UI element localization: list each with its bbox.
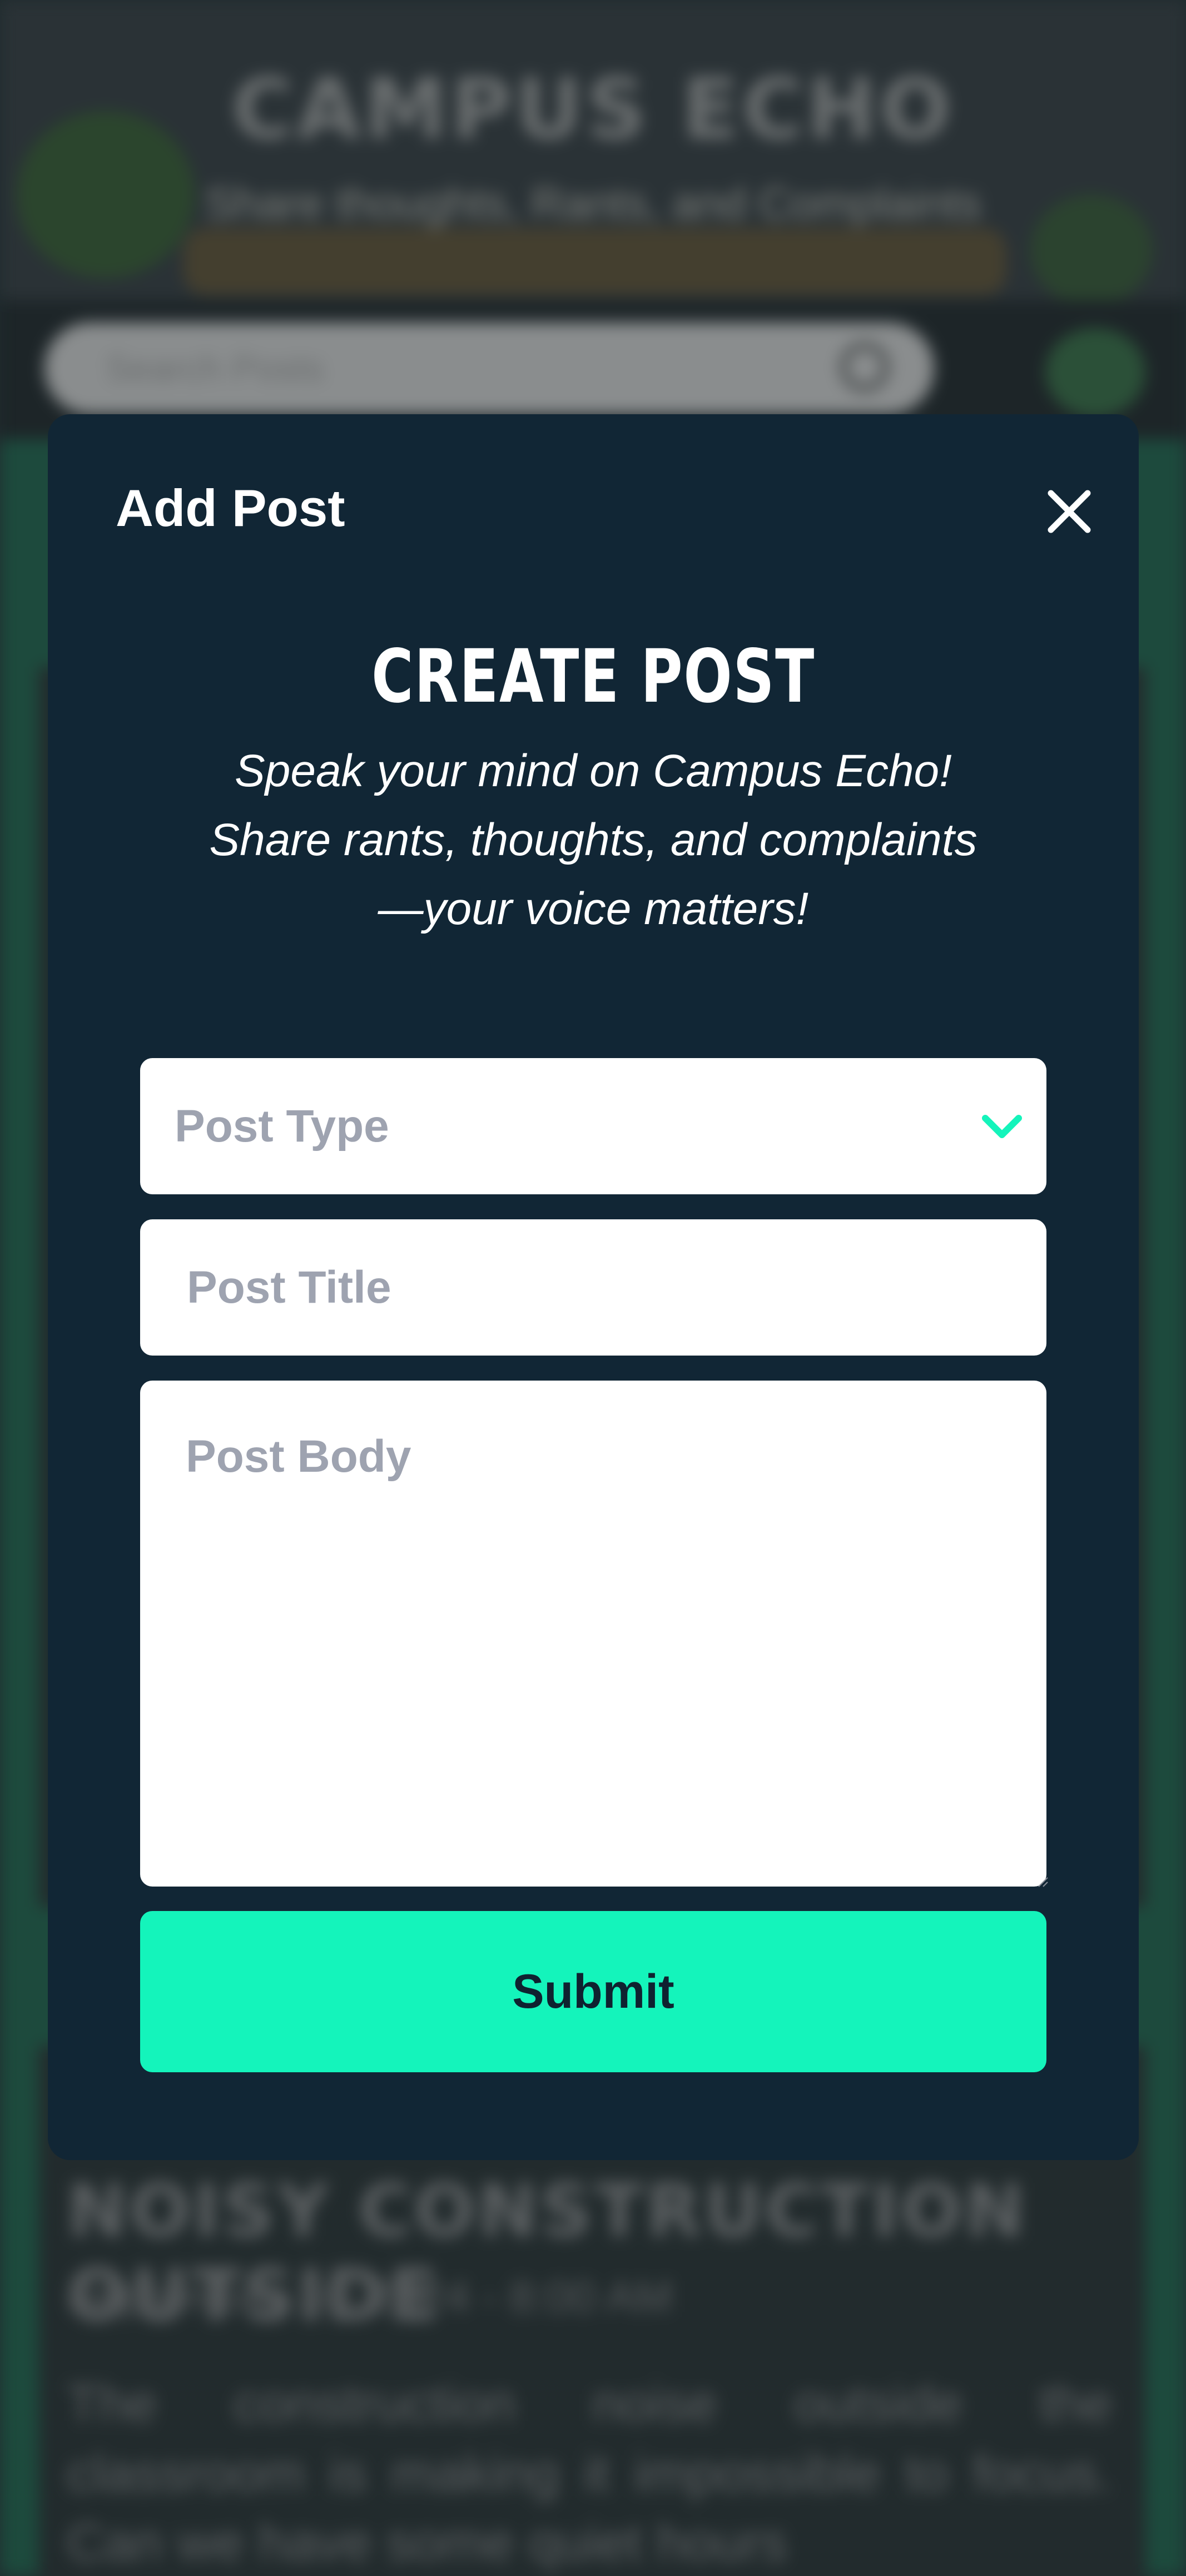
hero-glow-decoration: [183, 228, 1006, 295]
intro-text: Speak your mind on Campus Echo! Share ra…: [48, 737, 1139, 944]
post-type-select[interactable]: Post Type: [140, 1058, 1046, 1194]
chevron-down-icon: [980, 1107, 1024, 1146]
intro-line: Share rants, thoughts, and complaints: [209, 815, 977, 865]
post-card-body: The construction noise outside the class…: [67, 2374, 1112, 2572]
modal-title: Add Post: [116, 479, 345, 537]
add-post-fab-button[interactable]: [1045, 328, 1145, 417]
search-input[interactable]: Search Posts: [44, 322, 934, 414]
resize-handle-icon[interactable]: [1036, 1875, 1049, 1888]
close-icon: [1048, 490, 1091, 533]
create-post-heading: CREATE POST: [371, 634, 815, 719]
site-tagline: Share thoughts, Rants, and Complaints: [205, 178, 981, 228]
close-button[interactable]: [1039, 481, 1100, 542]
add-post-modal: Add Post CREATE POST Speak your mind on …: [48, 414, 1139, 2160]
post-type-placeholder: Post Type: [175, 1101, 389, 1151]
intro-line: Speak your mind on Campus Echo!: [235, 746, 952, 796]
post-title-input[interactable]: [140, 1219, 1046, 1356]
intro-line: —your voice matters!: [378, 884, 809, 934]
post-body-textarea[interactable]: [140, 1381, 1046, 1887]
post-card-date: September 16, 2024 - 8:00 AM: [67, 2272, 673, 2321]
site-title: CAMPUS ECHO: [231, 61, 955, 158]
search-icon[interactable]: [840, 342, 890, 392]
submit-button[interactable]: Submit: [140, 1911, 1046, 2072]
